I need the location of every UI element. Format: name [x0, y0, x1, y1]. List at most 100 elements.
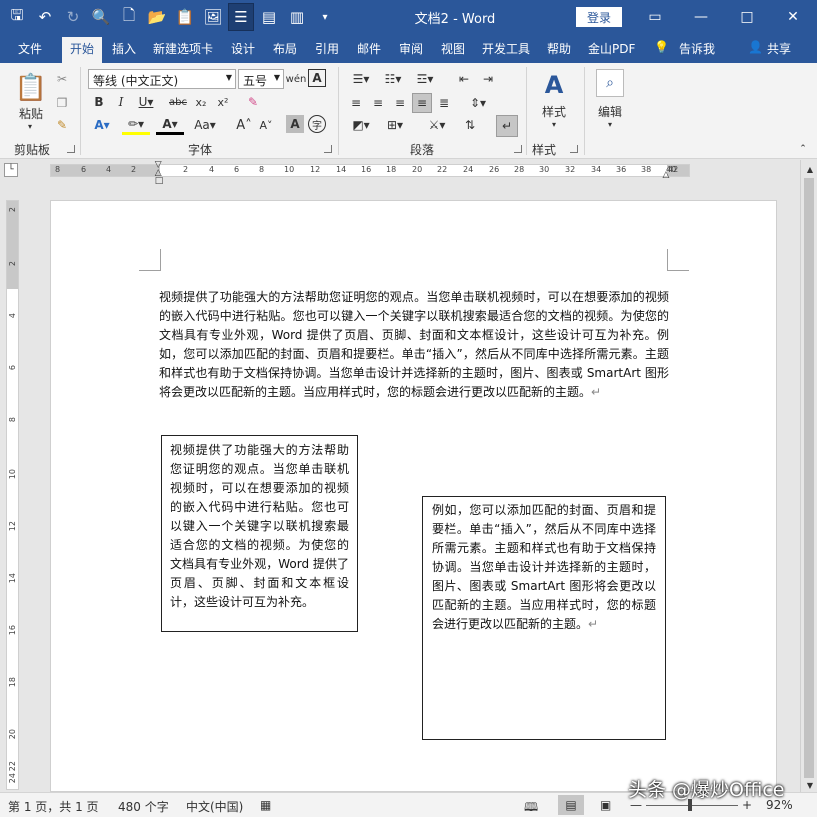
- paste-icon[interactable]: 📋: [14, 71, 48, 105]
- close-icon[interactable]: ✕: [770, 0, 816, 34]
- tab-developer[interactable]: 开发工具: [482, 40, 530, 57]
- editing-button[interactable]: 编辑: [592, 103, 628, 119]
- shrink-font-icon[interactable]: A˅: [256, 115, 276, 135]
- copy-icon[interactable]: ❐: [52, 93, 72, 113]
- numbering-icon[interactable]: ☷▾: [378, 69, 408, 89]
- enclose-characters-icon[interactable]: 字: [308, 115, 326, 133]
- align-center-icon[interactable]: ≡: [368, 93, 388, 113]
- font-name-dropdown-icon[interactable]: ▼: [226, 73, 232, 82]
- paste-icon[interactable]: 📋: [172, 3, 198, 31]
- text-box-2[interactable]: 例如，您可以添加匹配的封面、页眉和提要栏。单击“插入”，然后从不同库中选择所需元…: [422, 496, 666, 740]
- paragraph-launcher-icon[interactable]: [514, 145, 522, 153]
- tab-mailings[interactable]: 邮件: [357, 40, 381, 57]
- styles-button[interactable]: 样式: [536, 103, 572, 119]
- editing-dropdown-icon[interactable]: ▾: [602, 119, 618, 129]
- tab-design[interactable]: 设计: [231, 40, 255, 57]
- save-icon[interactable]: 🖫: [4, 3, 30, 31]
- font-name-combo[interactable]: 等线 (中文正文) ▼: [88, 69, 236, 89]
- justify-icon[interactable]: ≡: [412, 93, 432, 113]
- font-size-combo[interactable]: 五号 ▼: [238, 69, 284, 89]
- align-justify-icon[interactable]: ☰: [228, 3, 254, 31]
- sort-icon[interactable]: ⇅: [460, 115, 480, 135]
- character-shading-icon[interactable]: A: [286, 115, 304, 133]
- tab-view[interactable]: 视图: [441, 40, 465, 57]
- horizontal-ruler[interactable]: 8 6 4 2 2 4 6 8 10 12 14 16 18 20 22 24 26 28 30 32 34 36 38 40…: [50, 164, 690, 177]
- read-mode-icon[interactable]: 🕮: [524, 798, 538, 817]
- undo-icon[interactable]: ↶: [32, 3, 58, 31]
- show-paragraph-marks-icon[interactable]: ↵: [496, 115, 518, 137]
- phonetic-guide-icon[interactable]: wén: [286, 69, 307, 89]
- login-button[interactable]: 登录: [576, 7, 622, 27]
- ribbon-display-icon[interactable]: ▭: [632, 0, 678, 34]
- shading-icon[interactable]: ◩▾: [346, 115, 376, 135]
- lightbulb-icon[interactable]: 💡: [654, 40, 669, 54]
- bullets-icon[interactable]: ☰▾: [346, 69, 376, 89]
- strikethrough-icon[interactable]: abc: [166, 93, 190, 111]
- multilevel-list-icon[interactable]: ☲▾: [410, 69, 440, 89]
- cut-icon[interactable]: ✂: [52, 69, 72, 89]
- zoom-slider[interactable]: [646, 805, 738, 806]
- text-effects-icon[interactable]: A▾: [90, 115, 114, 135]
- print-layout-icon[interactable]: ▤: [558, 795, 584, 815]
- paste-button[interactable]: 粘贴: [14, 105, 48, 121]
- web-layout-icon[interactable]: ▣: [600, 798, 611, 812]
- paste-dropdown-icon[interactable]: ▾: [22, 121, 38, 131]
- underline-icon[interactable]: U▾: [134, 93, 158, 111]
- increase-indent-icon[interactable]: ⇥: [478, 69, 498, 89]
- tab-home[interactable]: 开始: [62, 37, 103, 63]
- change-case-icon[interactable]: Aa▾: [190, 115, 220, 135]
- tab-new-tab[interactable]: 新建选项卡: [153, 40, 213, 57]
- tab-insert[interactable]: 插入: [112, 40, 136, 57]
- styles-icon[interactable]: A: [538, 69, 570, 101]
- tab-references[interactable]: 引用: [315, 40, 339, 57]
- scroll-thumb[interactable]: [804, 178, 814, 778]
- distributed-icon[interactable]: ≣: [434, 93, 454, 113]
- format-painter-icon[interactable]: ✎: [52, 115, 72, 135]
- tab-kingsoft-pdf[interactable]: 金山PDF: [588, 40, 635, 57]
- scroll-down-icon[interactable]: ▼: [805, 780, 815, 790]
- superscript-icon[interactable]: x²: [214, 93, 232, 111]
- font-color-icon[interactable]: A▾: [156, 115, 184, 135]
- layout-icon[interactable]: ▥: [284, 3, 310, 31]
- highlight-color-icon[interactable]: ✏▾: [122, 115, 150, 135]
- indent-markers-icon[interactable]: ▽ △ □: [154, 160, 164, 186]
- right-indent-icon[interactable]: △: [661, 170, 671, 180]
- maximize-icon[interactable]: □: [724, 0, 770, 34]
- text-box-1[interactable]: 视频提供了功能强大的方法帮助您证明您的观点。当您单击联机视频时，可以在想要添加的…: [161, 435, 358, 632]
- scroll-up-icon[interactable]: ▲: [805, 164, 815, 174]
- align-right-icon[interactable]: ≡: [390, 93, 410, 113]
- font-launcher-icon[interactable]: [324, 145, 332, 153]
- tab-review[interactable]: 审阅: [399, 40, 423, 57]
- grow-font-icon[interactable]: A˄: [234, 115, 254, 135]
- borders-icon[interactable]: ⊞▾: [380, 115, 410, 135]
- editing-icon[interactable]: ⌕: [596, 69, 624, 97]
- collapse-ribbon-icon[interactable]: ⌃: [796, 143, 810, 155]
- open-folder-icon[interactable]: 📂: [144, 3, 170, 31]
- body-paragraph[interactable]: 视频提供了功能强大的方法帮助您证明您的观点。当您单击联机视频时，可以在想要添加的…: [159, 288, 669, 402]
- styles-launcher-icon[interactable]: [570, 145, 578, 153]
- word-count[interactable]: 480 个字: [118, 798, 169, 815]
- decrease-indent-icon[interactable]: ⇤: [454, 69, 474, 89]
- redo-icon[interactable]: ↻: [60, 3, 86, 31]
- clipboard-launcher-icon[interactable]: [67, 145, 75, 153]
- vertical-scrollbar[interactable]: ▲ ▼: [800, 160, 817, 792]
- language-indicator[interactable]: 中文(中国): [186, 798, 243, 815]
- page-count[interactable]: 第 1 页，共 1 页: [8, 798, 99, 815]
- font-size-dropdown-icon[interactable]: ▼: [274, 73, 280, 82]
- chinese-layout-icon[interactable]: ⚔▾: [422, 115, 452, 135]
- tab-help[interactable]: 帮助: [547, 40, 571, 57]
- character-border-icon[interactable]: A: [308, 69, 326, 87]
- tab-layout[interactable]: 布局: [273, 40, 297, 57]
- italic-icon[interactable]: I: [112, 93, 130, 111]
- subscript-icon[interactable]: x₂: [192, 93, 210, 111]
- image-icon[interactable]: 🖼: [200, 3, 226, 31]
- share-button[interactable]: 共享: [767, 40, 791, 57]
- share-icon[interactable]: 👤: [748, 40, 763, 54]
- customize-qat-icon[interactable]: ▾: [312, 3, 338, 31]
- tell-me-button[interactable]: 告诉我: [679, 40, 715, 57]
- new-document-icon[interactable]: 🗋: [116, 3, 142, 31]
- print-preview-icon[interactable]: 🔍: [88, 3, 114, 31]
- shape-icon[interactable]: ▤: [256, 3, 282, 31]
- line-spacing-icon[interactable]: ⇕▾: [462, 93, 494, 113]
- minimize-icon[interactable]: —: [678, 0, 724, 34]
